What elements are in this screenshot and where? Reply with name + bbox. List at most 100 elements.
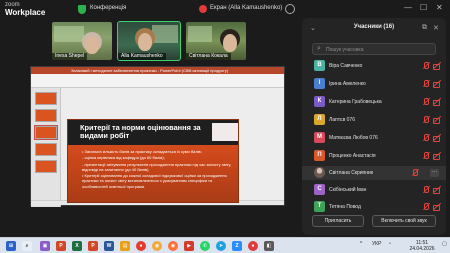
ppt-ribbon xyxy=(31,74,284,88)
participant-avatar: К xyxy=(314,96,325,107)
slide-bullet: • Критерії оцінювання до кожної складово… xyxy=(82,173,227,189)
slide-thumbnail xyxy=(35,109,57,122)
zoom-logo: zoom Workplace xyxy=(5,2,46,17)
video-name-label: Alla Kamaushenko xyxy=(118,53,166,60)
app-icon-1[interactable]: ▣ xyxy=(40,241,50,251)
ppt-slide-thumbnails xyxy=(31,88,61,207)
video-tile[interactable]: Inesa Shepel xyxy=(52,22,112,60)
participant-row[interactable]: К Катерина Грабовецька xyxy=(302,95,446,109)
start-icon[interactable]: ⊞ xyxy=(6,241,16,251)
muted-mic-icon[interactable] xyxy=(422,80,430,88)
muted-mic-icon[interactable] xyxy=(422,186,430,194)
security-shield-icon[interactable] xyxy=(78,5,86,14)
participant-row-hovered[interactable]: Світлана Скрипник ··· xyxy=(302,166,446,180)
participant-face xyxy=(138,33,152,51)
system-clock[interactable]: 11:51 24.04.2026 xyxy=(404,240,440,252)
app-icon-2[interactable]: P xyxy=(56,241,66,251)
participant-name: Віра Савченко xyxy=(329,63,363,69)
participant-name: Матвєєва Любов 076 xyxy=(329,135,378,141)
video-off-icon[interactable] xyxy=(433,116,441,124)
muted-mic-icon[interactable] xyxy=(411,169,419,177)
participant-row[interactable]: С Скібінський Іван xyxy=(302,183,446,197)
screen-share-label[interactable]: Екран (Alla Kamaushenko) xyxy=(210,5,282,11)
zoom-window: zoom Workplace Конференція Екран (Alla K… xyxy=(0,0,450,253)
muted-mic-icon[interactable] xyxy=(422,98,430,106)
slide-thumbnail xyxy=(35,143,57,156)
search-taskbar-icon[interactable]: ⌕ xyxy=(22,241,32,251)
panel-close-icon[interactable]: ✕ xyxy=(433,24,439,32)
participant-row[interactable]: І Ірина Амеленко xyxy=(302,77,446,91)
video-tile-active-speaker[interactable]: Alla Kamaushenko xyxy=(117,21,181,61)
firefox-icon[interactable]: ◉ xyxy=(168,241,178,251)
slide-title: Критерії та норми оцінювання за видами р… xyxy=(80,123,201,141)
slide-bullet: - оцінка керівника від кафедри (до 60 ба… xyxy=(82,155,165,161)
maximize-icon[interactable]: ☐ xyxy=(420,3,427,12)
slide-bullet: • Загальна кількість балів за практику с… xyxy=(82,149,202,154)
muted-mic-icon[interactable] xyxy=(422,152,430,160)
video-off-icon[interactable] xyxy=(433,152,441,160)
video-off-icon[interactable] xyxy=(433,186,441,194)
app-icon-5[interactable]: ● xyxy=(248,241,258,251)
powerpoint-icon[interactable]: P xyxy=(88,241,98,251)
slide-thumbnail xyxy=(35,160,57,173)
muted-mic-icon[interactable] xyxy=(422,134,430,142)
video-off-icon[interactable] xyxy=(433,80,441,88)
muted-mic-icon[interactable] xyxy=(422,62,430,70)
video-background xyxy=(152,25,178,43)
file-explorer-icon[interactable]: ▤ xyxy=(120,241,130,251)
participant-search[interactable]: ⌕ xyxy=(312,43,436,55)
video-background xyxy=(54,26,84,42)
unmute-myself-button[interactable]: Включить свой звук xyxy=(372,215,436,227)
muted-mic-icon[interactable] xyxy=(422,116,430,124)
participant-row[interactable]: В Віра Савченко xyxy=(302,59,446,73)
muted-mic-icon[interactable] xyxy=(422,203,430,211)
video-off-icon[interactable] xyxy=(433,134,441,142)
participant-row[interactable]: Л Лаптєв 076 xyxy=(302,113,446,127)
participant-name: Ірина Амеленко xyxy=(329,81,366,87)
participant-avatar: С xyxy=(314,184,325,195)
participant-row[interactable]: Т Тетяна Повод xyxy=(302,200,446,214)
notification-icon[interactable]: ▢ xyxy=(442,241,447,247)
app-icon-4[interactable]: ▶ xyxy=(184,241,194,251)
network-icon[interactable]: ◔ xyxy=(388,241,391,247)
participant-name: Проценко Анастасія xyxy=(329,153,376,159)
close-icon[interactable]: ✕ xyxy=(436,3,443,12)
language-indicator[interactable]: УКР xyxy=(372,241,381,247)
slide-thumbnail xyxy=(35,92,57,105)
app-icon-3[interactable]: ● xyxy=(136,241,146,251)
conference-label[interactable]: Конференція xyxy=(90,5,126,11)
participant-search-input[interactable] xyxy=(326,45,431,54)
telegram-icon[interactable]: ➤ xyxy=(216,241,226,251)
whatsapp-icon[interactable]: ✆ xyxy=(200,241,210,251)
participant-avatar: Т xyxy=(314,201,325,212)
video-off-icon[interactable] xyxy=(433,203,441,211)
participant-row[interactable]: П Проценко Анастасія xyxy=(302,149,446,163)
participant-face xyxy=(85,36,99,54)
tray-chevron-icon[interactable]: ^ xyxy=(360,241,362,247)
pop-out-icon[interactable]: ⧉ xyxy=(422,24,427,32)
participant-name: Світлана Скрипник xyxy=(329,170,374,176)
chrome-icon[interactable]: ◉ xyxy=(152,241,162,251)
video-off-icon[interactable] xyxy=(433,62,441,70)
search-icon: ⌕ xyxy=(317,45,321,52)
slide-thumbnail xyxy=(34,125,58,140)
word-icon[interactable]: W xyxy=(104,241,114,251)
video-background xyxy=(188,26,212,42)
video-tile[interactable]: Світлана Кокала xyxy=(186,22,246,60)
minimize-icon[interactable]: — xyxy=(404,3,412,12)
brand-line-2: Workplace xyxy=(5,8,46,17)
app-icon-6[interactable]: ◧ xyxy=(264,241,274,251)
invite-button[interactable]: Пригласить xyxy=(312,215,364,227)
more-options-icon[interactable] xyxy=(285,4,295,14)
presentation-slide: Критерії та норми оцінювання за видами р… xyxy=(68,120,238,202)
participant-name: Скібінський Іван xyxy=(329,187,367,193)
participant-face xyxy=(223,34,237,52)
excel-icon[interactable]: X xyxy=(72,241,82,251)
zoom-taskbar-icon[interactable]: Z xyxy=(232,241,242,251)
participant-name: Лаптєв 076 xyxy=(329,117,355,123)
participant-row[interactable]: М Матвєєва Любов 076 xyxy=(302,131,446,145)
video-name-label: Світлана Кокала xyxy=(186,53,231,60)
participant-avatar: Л xyxy=(314,114,325,125)
video-off-icon[interactable] xyxy=(433,98,441,106)
participant-more-icon[interactable]: ··· xyxy=(430,169,439,177)
